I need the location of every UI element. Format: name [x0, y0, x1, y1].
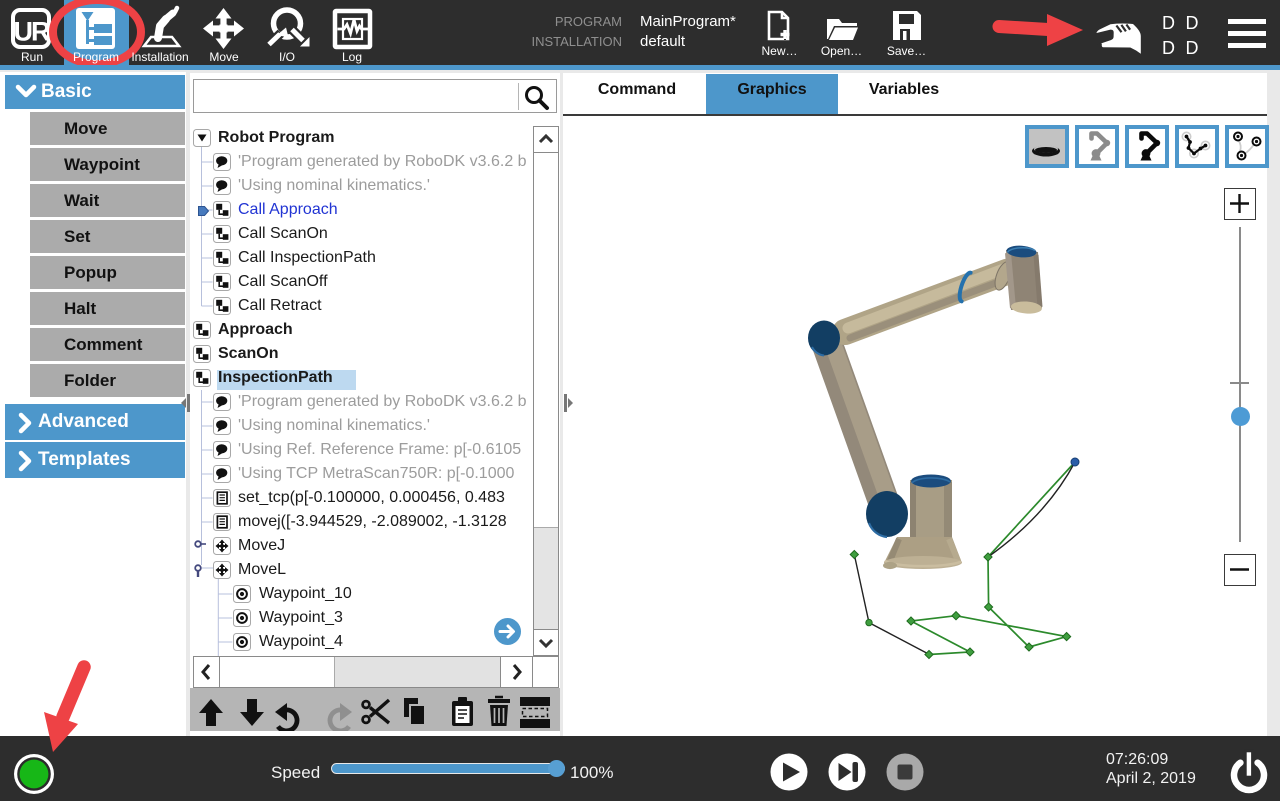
svg-text:UR: UR — [14, 17, 50, 47]
